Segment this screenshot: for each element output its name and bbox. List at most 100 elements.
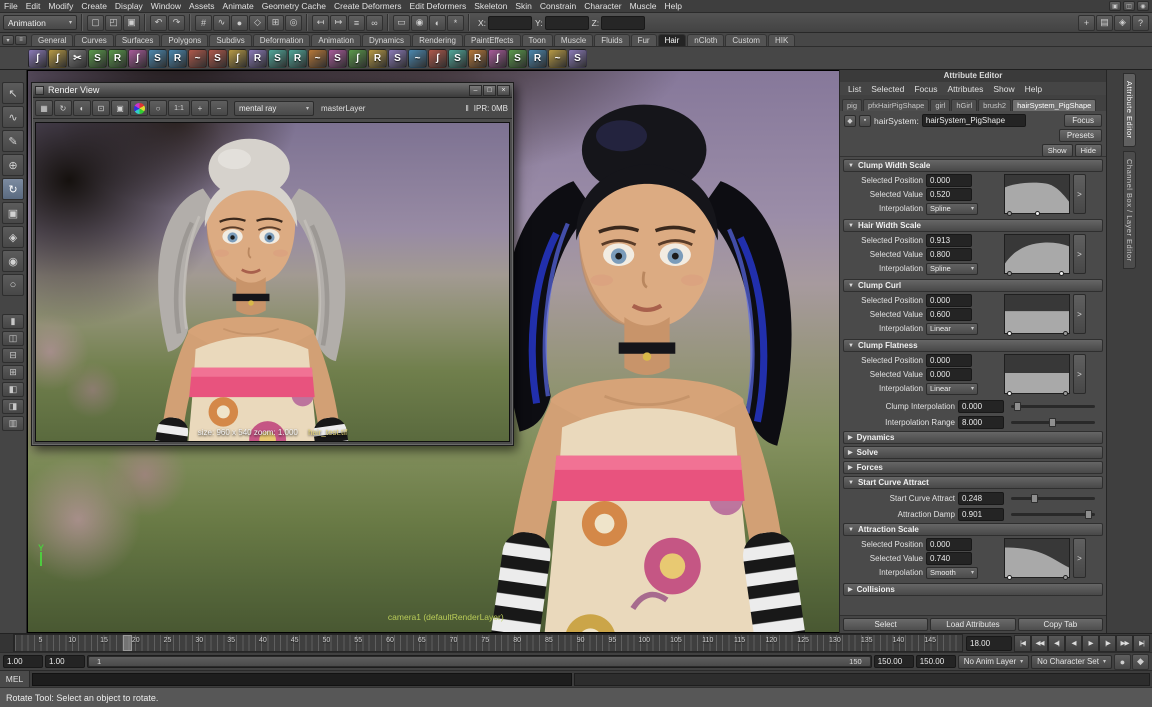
- shelf-tab[interactable]: Animation: [311, 34, 361, 46]
- menu-item[interactable]: Skeleton: [470, 1, 511, 11]
- renderer-dropdown[interactable]: mental ray ▾: [234, 101, 314, 116]
- redo-previous-render-icon[interactable]: ↻: [54, 100, 72, 116]
- start-curve-attract-slider[interactable]: [1011, 497, 1095, 500]
- rgb-channels-icon[interactable]: [130, 100, 148, 116]
- layout-shortcut-icon[interactable]: ◫: [1123, 1, 1135, 11]
- snapshot-icon[interactable]: ▣: [111, 100, 129, 116]
- quick-help-icon[interactable]: ?: [1132, 15, 1149, 31]
- menu-item[interactable]: Attributes: [942, 84, 988, 94]
- shelf-tab[interactable]: PaintEffects: [464, 34, 521, 46]
- hair-shelf-icon-15[interactable]: ~: [308, 49, 327, 68]
- hair-shelf-icon-23[interactable]: R: [468, 49, 487, 68]
- layout-three-panes-left[interactable]: ◧: [2, 382, 24, 397]
- ramp-expand-button[interactable]: >: [1073, 234, 1086, 274]
- ramp-handle-dot[interactable]: [1007, 271, 1012, 276]
- animation-end-field[interactable]: 150.00: [916, 655, 956, 668]
- hair-shelf-icon-22[interactable]: S: [448, 49, 467, 68]
- menu-item[interactable]: Edit Deformers: [406, 1, 471, 11]
- selected-position-field[interactable]: 0.000: [926, 538, 972, 551]
- node-name-field[interactable]: hairSystem_PigShape: [922, 114, 1026, 127]
- auto-keyframe-icon[interactable]: ●: [1114, 654, 1131, 670]
- save-scene-icon[interactable]: ▣: [123, 15, 140, 31]
- hair-shelf-icon-10[interactable]: S: [208, 49, 227, 68]
- shelf-tab[interactable]: Custom: [725, 34, 767, 46]
- layout-two-panes-side-by-side[interactable]: ◫: [2, 331, 24, 346]
- construction-history-icon[interactable]: ≡: [348, 15, 365, 31]
- shelf-tab[interactable]: nCloth: [687, 34, 724, 46]
- go-to-start-button[interactable]: |◀: [1014, 635, 1031, 652]
- selected-position-field[interactable]: 0.000: [926, 294, 972, 307]
- current-time-field[interactable]: 18.00: [966, 636, 1012, 651]
- ae-footer-button[interactable]: Select: [843, 618, 928, 631]
- hair-shelf-icon-28[interactable]: S: [568, 49, 587, 68]
- slider-handle[interactable]: [1049, 418, 1056, 427]
- step-forward-frame-button[interactable]: ▶▶: [1116, 635, 1133, 652]
- command-language-label[interactable]: MEL: [0, 671, 30, 687]
- interpolation-range-slider[interactable]: [1011, 421, 1095, 424]
- start-curve-attract-field[interactable]: 0.248: [958, 492, 1004, 505]
- hair-shelf-icon-11[interactable]: ʃ: [228, 49, 247, 68]
- coord-input[interactable]: [601, 16, 645, 30]
- layout-three-panes-right[interactable]: ◨: [2, 399, 24, 414]
- ipr-render-icon[interactable]: ◐: [429, 15, 446, 31]
- section-header[interactable]: ▼ Clump Flatness: [843, 339, 1103, 352]
- ae-footer-button[interactable]: Load Attributes: [930, 618, 1015, 631]
- node-tab[interactable]: pig: [842, 99, 862, 111]
- hair-shelf-icon-18[interactable]: R: [368, 49, 387, 68]
- alpha-channel-icon[interactable]: ○: [149, 100, 167, 116]
- coord-input[interactable]: [488, 16, 532, 30]
- render-settings-icon[interactable]: *: [447, 15, 464, 31]
- shelf-tab-selector-icon[interactable]: ▾: [2, 35, 14, 45]
- minimize-button[interactable]: –: [469, 85, 482, 96]
- selected-value-field[interactable]: 0.000: [926, 368, 972, 381]
- play-forwards-button[interactable]: ▶: [1082, 635, 1099, 652]
- hair-shelf-icon-7[interactable]: S: [148, 49, 167, 68]
- universal-manipulator-tool[interactable]: ◈: [2, 226, 24, 248]
- slider-handle[interactable]: [1085, 510, 1092, 519]
- shelf-tab[interactable]: Dynamics: [362, 34, 411, 46]
- hair-shelf-icon-6[interactable]: ʃ: [128, 49, 147, 68]
- layout-two-panes-stacked[interactable]: ⊟: [2, 348, 24, 363]
- rotate-tool[interactable]: ↻: [2, 178, 24, 200]
- interpolation-dropdown[interactable]: Spline▾: [926, 263, 978, 275]
- maximize-button[interactable]: □: [483, 85, 496, 96]
- node-tab[interactable]: girl: [930, 99, 950, 111]
- snap-to-grids-icon[interactable]: #: [195, 15, 212, 31]
- move-tool[interactable]: ⊕: [2, 154, 24, 176]
- shelf-tab[interactable]: Rendering: [412, 34, 463, 46]
- list-of-operations-icon[interactable]: ∞: [366, 15, 383, 31]
- hair-shelf-icon-19[interactable]: S: [388, 49, 407, 68]
- hide-button[interactable]: Hide: [1075, 144, 1102, 157]
- range-slider-inner[interactable]: 1 150: [89, 657, 870, 666]
- pause-ipr-icon[interactable]: ‖: [465, 104, 468, 113]
- scale-tool[interactable]: ▣: [2, 202, 24, 224]
- ramp-handle-dot-selected[interactable]: [1007, 575, 1012, 580]
- render-current-frame-icon[interactable]: ◉: [411, 15, 428, 31]
- step-forward-key-button[interactable]: |▶: [1099, 635, 1116, 652]
- last-tool-used[interactable]: ○: [2, 274, 24, 296]
- remove-image-icon[interactable]: −: [210, 100, 228, 116]
- menu-item[interactable]: Animate: [219, 1, 258, 11]
- layout-single-pane[interactable]: ▮: [2, 314, 24, 329]
- clump-interpolation-slider[interactable]: [1011, 405, 1095, 408]
- ramp-preview[interactable]: [1004, 354, 1070, 394]
- ramp-expand-button[interactable]: >: [1073, 294, 1086, 334]
- selected-value-field[interactable]: 0.520: [926, 188, 972, 201]
- soft-modification-tool[interactable]: ◉: [2, 250, 24, 272]
- slider-handle[interactable]: [1014, 402, 1021, 411]
- panel-side-tab[interactable]: Channel Box / Layer Editor: [1123, 151, 1136, 270]
- anim-layer-dropdown[interactable]: No Anim Layer ▾: [958, 655, 1029, 669]
- show-manipulator-icon[interactable]: +: [1078, 15, 1095, 31]
- clump-interpolation-field[interactable]: 0.000: [958, 400, 1004, 413]
- shelf-tab[interactable]: Surfaces: [115, 34, 161, 46]
- ramp-handle-dot-selected[interactable]: [1007, 331, 1012, 336]
- menu-item[interactable]: Focus: [909, 84, 942, 94]
- layout-four-panes[interactable]: ⊞: [2, 365, 24, 380]
- attraction-damp-slider[interactable]: [1011, 513, 1095, 516]
- menu-item[interactable]: Edit: [22, 1, 45, 11]
- hair-shelf-icon-17[interactable]: ʃ: [348, 49, 367, 68]
- menu-item[interactable]: Character: [580, 1, 625, 11]
- step-back-key-button[interactable]: ◀|: [1048, 635, 1065, 652]
- menu-item[interactable]: Constrain: [536, 1, 580, 11]
- menu-item[interactable]: Assets: [185, 1, 219, 11]
